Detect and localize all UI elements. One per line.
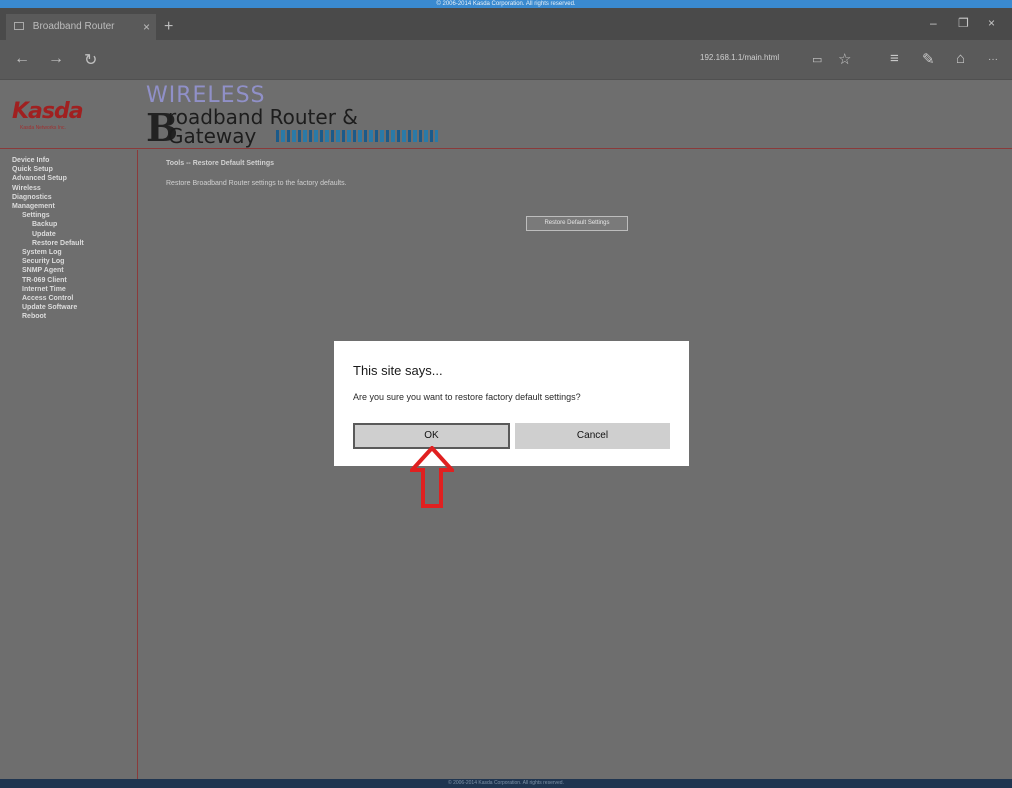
web-note-icon[interactable]: ✎ — [922, 50, 935, 68]
sidebar-item[interactable]: Device Info — [12, 156, 137, 165]
sidebar-item[interactable]: Update Software — [12, 303, 137, 312]
reading-view-icon[interactable]: ▭ — [812, 53, 822, 66]
sidebar-item[interactable]: Restore Default — [12, 239, 137, 248]
sidebar-item[interactable]: Quick Setup — [12, 165, 137, 174]
address-bar: ← → ↻ 192.168.1.1/main.html ▭ ☆ ≡ ✎ ⌂ ··… — [0, 40, 1012, 80]
sidebar-item[interactable]: Update — [12, 230, 137, 239]
footer: © 2006-2014 Kasda Corporation. All right… — [0, 779, 1012, 788]
page-description: Restore Broadband Router settings to the… — [166, 180, 347, 187]
sidebar-item[interactable]: Internet Time — [12, 285, 137, 294]
tab-title: Broadband Router — [32, 21, 115, 32]
back-icon[interactable]: ← — [14, 50, 30, 68]
share-icon[interactable]: ⌂ — [956, 50, 965, 67]
sidebar-item[interactable]: SNMP Agent — [12, 266, 137, 275]
refresh-icon[interactable]: ↻ — [84, 50, 97, 70]
sidebar-item[interactable]: Management — [12, 202, 137, 211]
sidebar-item[interactable]: System Log — [12, 248, 137, 257]
confirm-dialog: This site says... Are you sure you want … — [334, 341, 689, 466]
forward-icon[interactable]: → — [48, 50, 64, 68]
sidebar-item[interactable]: Wireless — [12, 184, 137, 193]
dialog-message: Are you sure you want to restore factory… — [353, 392, 581, 402]
restore-default-settings-button[interactable]: Restore Default Settings — [526, 216, 628, 231]
copyright-strip: © 2006-2014 Kasda Corporation. All right… — [0, 0, 1012, 8]
sidebar-item[interactable]: Reboot — [12, 312, 137, 321]
page-icon — [14, 22, 24, 31]
sidebar-item[interactable]: TR-069 Client — [12, 276, 137, 285]
more-icon[interactable]: ··· — [988, 54, 998, 65]
kasda-logo-subtitle: Kasda Networks Inc. — [20, 125, 66, 131]
sidebar-item[interactable]: Access Control — [12, 294, 137, 303]
hub-icon[interactable]: ≡ — [890, 50, 899, 67]
sidebar-item[interactable]: Security Log — [12, 257, 137, 266]
product-title-logo: WIRELESS B roadband Router & Gateway — [146, 81, 476, 149]
sidebar-menu: Device Info Quick Setup Advanced Setup W… — [0, 150, 138, 780]
minimize-icon[interactable]: – — [930, 16, 937, 30]
browser-tab-bar: Broadband Router × + – ❐ × — [0, 8, 1012, 40]
up-arrow-annotation-icon — [410, 446, 454, 508]
dialog-title: This site says... — [353, 363, 443, 378]
favorite-star-icon[interactable]: ☆ — [838, 50, 851, 68]
title-stripes-decoration — [276, 130, 438, 142]
sidebar-item[interactable]: Backup — [12, 220, 137, 229]
close-window-icon[interactable]: × — [988, 16, 995, 30]
browser-tab[interactable]: Broadband Router × — [6, 14, 156, 40]
sidebar-item[interactable]: Settings — [12, 211, 137, 220]
new-tab-icon[interactable]: + — [164, 19, 173, 35]
cancel-button[interactable]: Cancel — [515, 423, 670, 449]
restore-window-icon[interactable]: ❐ — [958, 16, 969, 30]
title-line2: Gateway — [168, 124, 257, 148]
tab-close-icon[interactable]: × — [143, 14, 150, 40]
router-header: Kasda Kasda Networks Inc. WIRELESS B roa… — [0, 81, 1012, 149]
url-field[interactable]: 192.168.1.1/main.html — [700, 53, 779, 62]
sidebar-item[interactable]: Diagnostics — [12, 193, 137, 202]
sidebar-item[interactable]: Advanced Setup — [12, 174, 137, 183]
breadcrumb: Tools -- Restore Default Settings — [166, 160, 274, 167]
